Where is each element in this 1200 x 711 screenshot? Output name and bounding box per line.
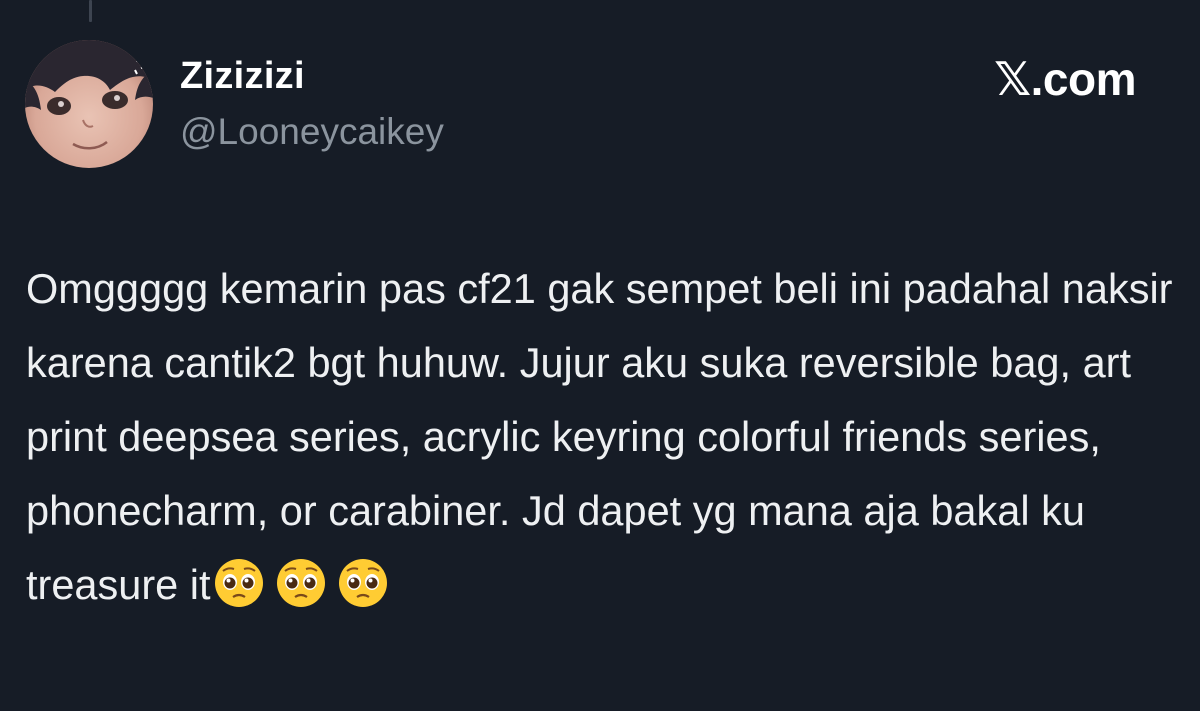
tweet-body: Omggggg kemarin pas cf21 gak sempet beli… xyxy=(26,252,1181,622)
pleading-face-icon xyxy=(275,557,327,609)
avatar-portrait-icon xyxy=(25,40,153,168)
thread-connector-line xyxy=(89,0,92,22)
author-display-name[interactable]: Zizizizi xyxy=(180,55,305,98)
pleading-face-icon xyxy=(337,557,389,609)
pleading-face-icon xyxy=(213,557,265,609)
tweet-text: Omggggg kemarin pas cf21 gak sempet beli… xyxy=(26,265,1173,608)
author-handle[interactable]: @Looneycaikey xyxy=(180,111,444,153)
emoji-row xyxy=(211,559,389,608)
avatar[interactable] xyxy=(25,40,153,168)
x-brand-logo: 𝕏.com xyxy=(994,53,1136,105)
